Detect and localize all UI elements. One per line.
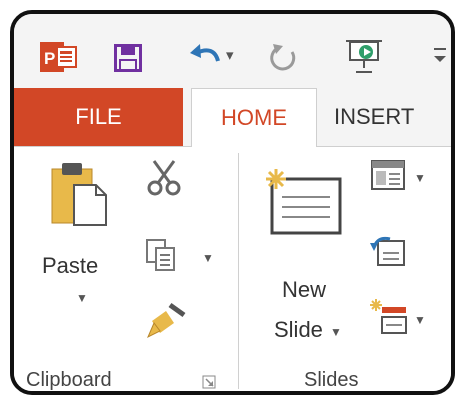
new-slide-dropdown-icon: ▼ bbox=[330, 325, 342, 339]
slides-group-label: Slides bbox=[304, 369, 359, 391]
undo-dropdown-icon[interactable]: ▾ bbox=[226, 46, 234, 64]
paste-label: Paste bbox=[42, 253, 99, 278]
layout-icon[interactable] bbox=[370, 159, 406, 193]
undo-icon[interactable] bbox=[188, 41, 222, 73]
paste-dropdown-icon: ▼ bbox=[76, 291, 88, 305]
cut-icon[interactable] bbox=[144, 157, 184, 197]
powerpoint-ribbon-window: P ▾ FILE HOME INSERT Paste ▼ ▼ Clipboard… bbox=[10, 10, 455, 395]
new-slide-icon bbox=[258, 167, 354, 237]
tab-insert[interactable]: INSERT bbox=[334, 88, 414, 146]
clipboard-dialog-launcher-icon[interactable] bbox=[202, 375, 216, 389]
copy-icon[interactable] bbox=[144, 237, 180, 273]
paste-icon bbox=[50, 161, 110, 227]
group-separator bbox=[238, 153, 239, 389]
layout-dropdown-icon[interactable]: ▼ bbox=[414, 171, 426, 185]
redo-icon[interactable] bbox=[268, 42, 298, 74]
save-icon[interactable] bbox=[114, 44, 142, 72]
new-slide-button[interactable]: New Slide ▼ bbox=[258, 167, 354, 357]
quick-access-toolbar: P ▾ bbox=[14, 14, 451, 88]
copy-dropdown-icon[interactable]: ▼ bbox=[202, 251, 214, 265]
ribbon-tab-bar: FILE HOME INSERT bbox=[14, 88, 451, 147]
section-dropdown-icon[interactable]: ▼ bbox=[414, 313, 426, 327]
ribbon-home-panel: Paste ▼ ▼ Clipboard New Slide ▼ ▼ ▼ Slid… bbox=[14, 147, 451, 391]
tab-home[interactable]: HOME bbox=[191, 88, 317, 147]
svg-text:P: P bbox=[44, 49, 55, 68]
tab-file[interactable]: FILE bbox=[14, 88, 183, 146]
new-slide-label-line2: Slide bbox=[274, 317, 323, 342]
reset-slide-icon[interactable] bbox=[370, 233, 406, 269]
powerpoint-logo-icon: P bbox=[40, 42, 78, 72]
format-painter-icon[interactable] bbox=[144, 301, 186, 341]
clipboard-group-label: Clipboard bbox=[26, 369, 112, 391]
section-icon[interactable] bbox=[368, 297, 408, 337]
new-slide-label-line1: New bbox=[282, 277, 327, 302]
customize-toolbar-icon[interactable] bbox=[432, 44, 448, 68]
paste-button[interactable]: Paste ▼ bbox=[32, 159, 112, 334]
start-slideshow-icon[interactable] bbox=[344, 38, 384, 76]
